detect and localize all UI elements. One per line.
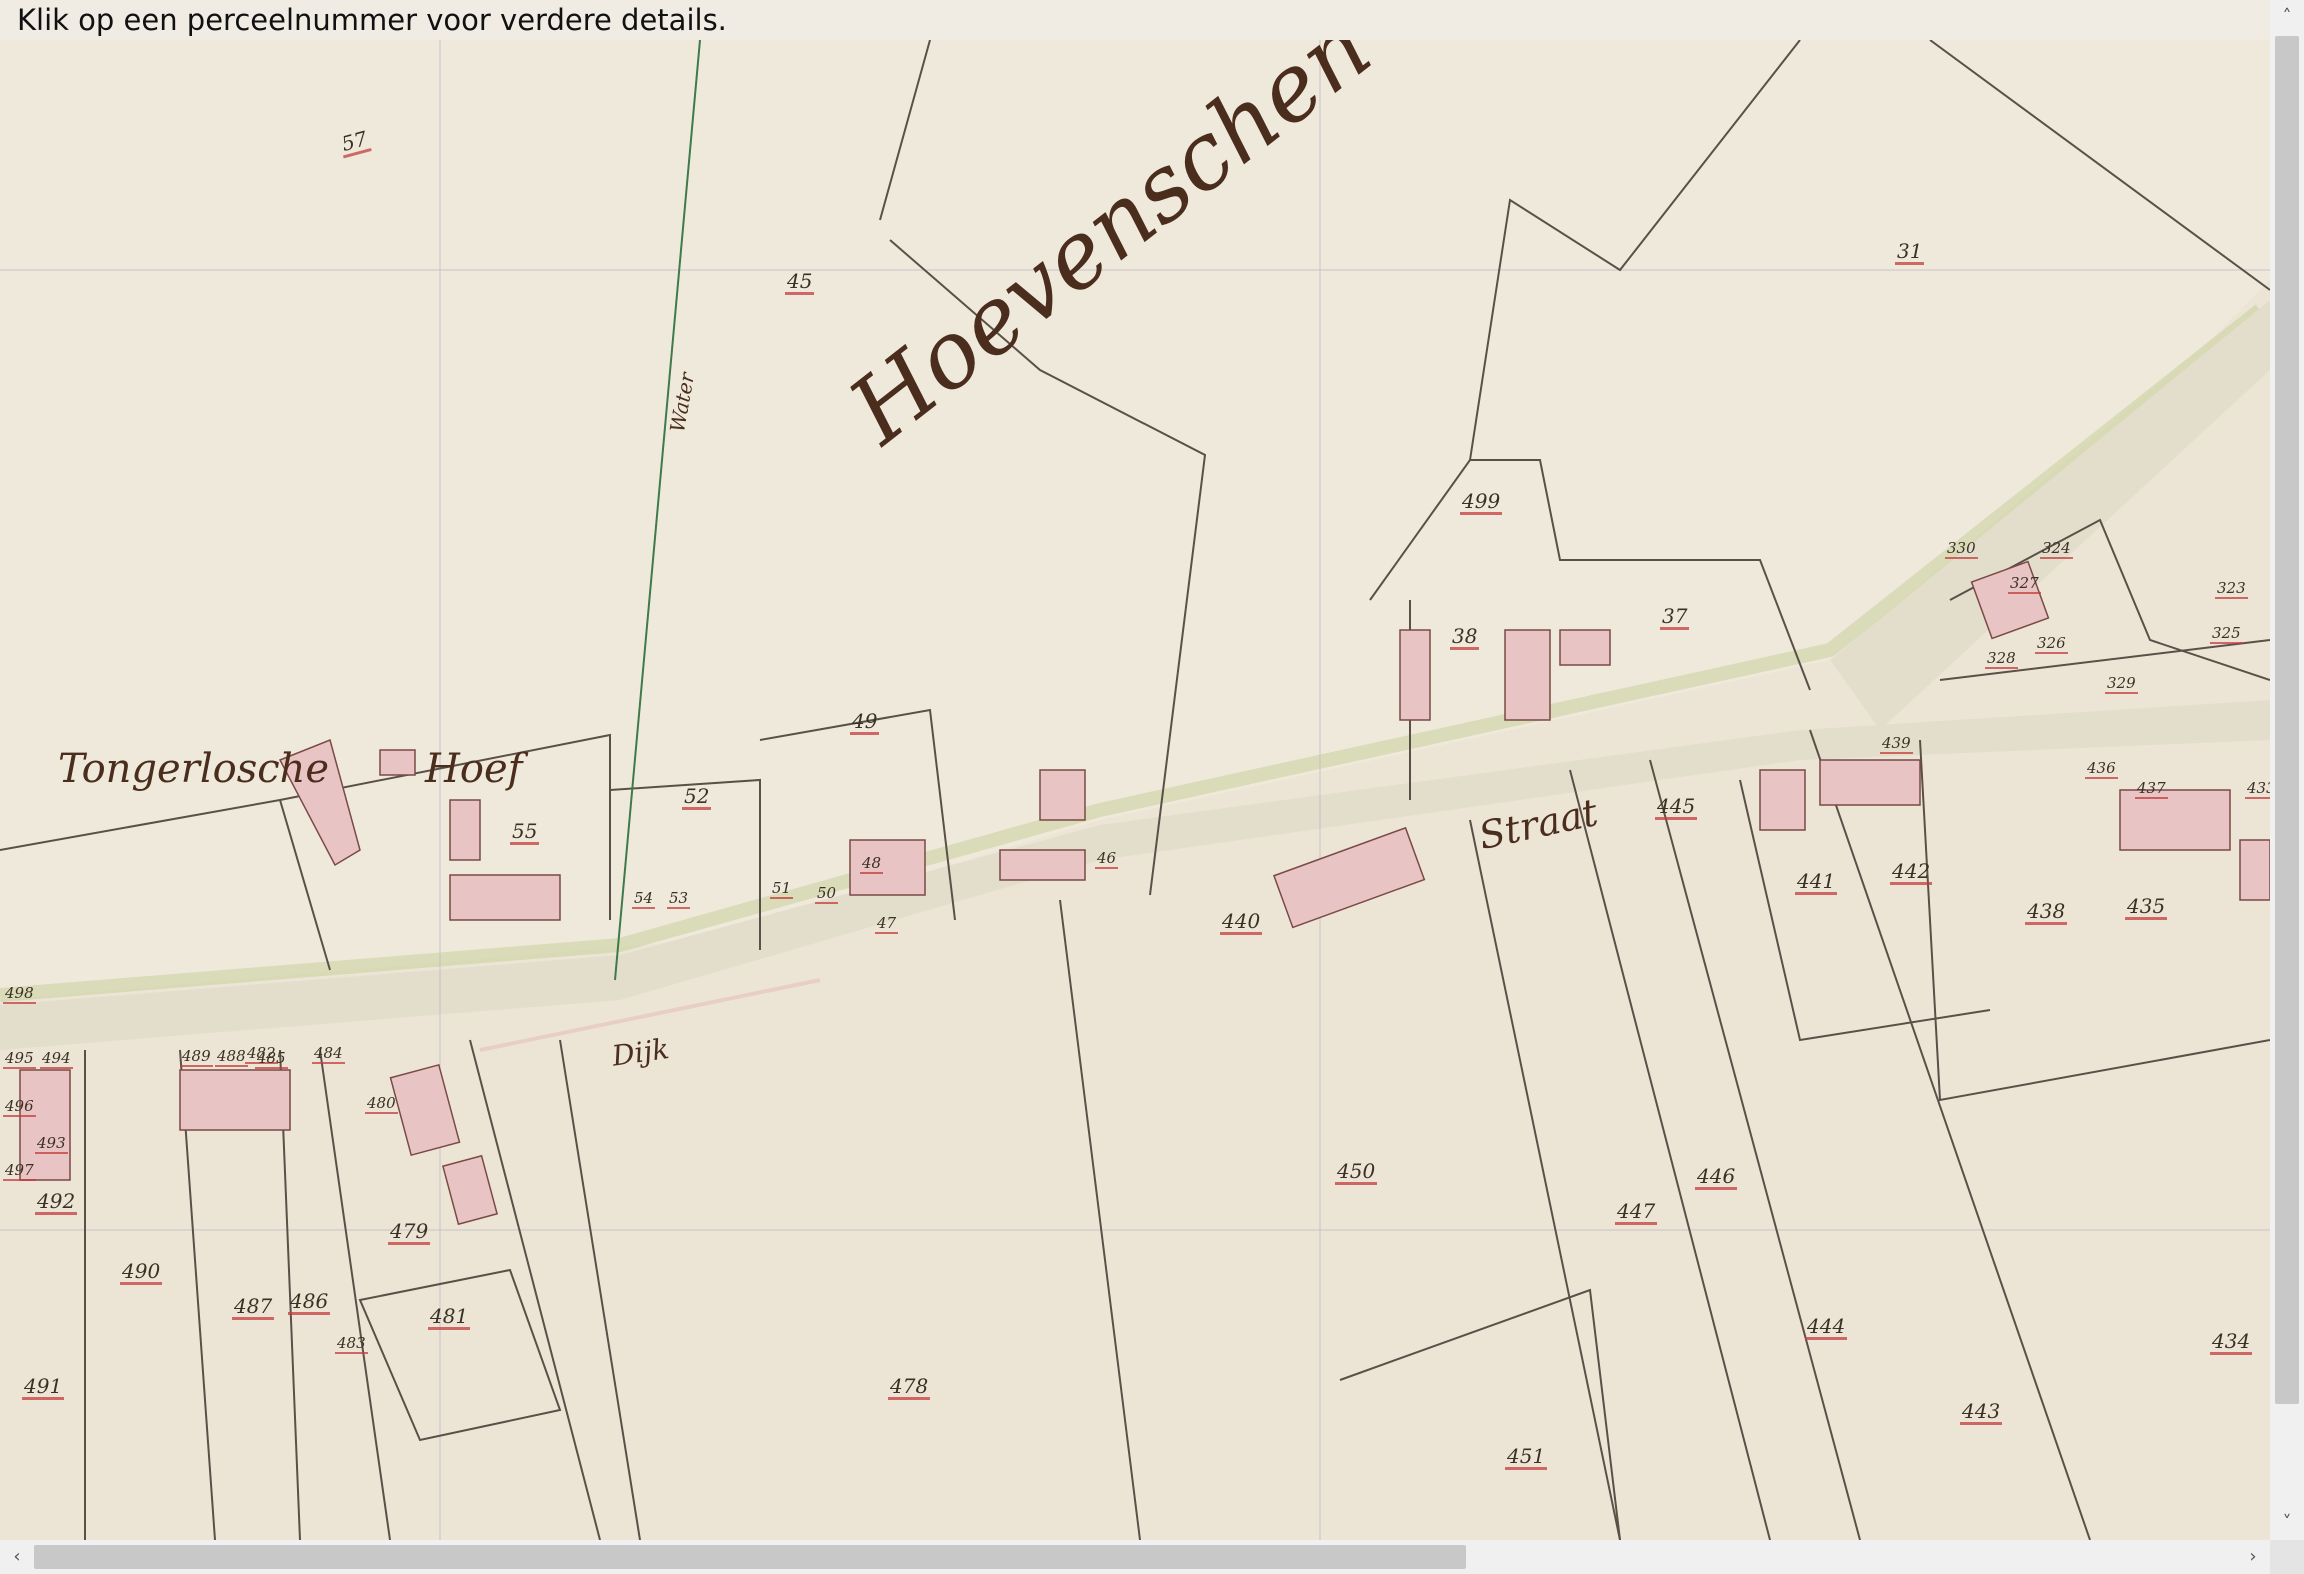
parcel-55[interactable]: 55	[510, 820, 540, 845]
vertical-scroll-thumb[interactable]	[2275, 36, 2299, 1404]
top-bar: Klik op een perceelnummer voor verdere d…	[0, 0, 2270, 40]
parcel-451[interactable]: 451	[1505, 1445, 1548, 1470]
parcel-483[interactable]: 483	[335, 1335, 368, 1354]
parcel-439[interactable]: 439	[1880, 735, 1913, 754]
parcel-446[interactable]: 446	[1695, 1165, 1738, 1190]
parcel-437[interactable]: 437	[2135, 780, 2168, 799]
parcel-434[interactable]: 434	[2210, 1330, 2253, 1355]
parcel-326[interactable]: 326	[2035, 635, 2068, 654]
parcel-54[interactable]: 54	[632, 890, 656, 909]
parcel-51[interactable]: 51	[770, 880, 794, 899]
parcel-478[interactable]: 478	[888, 1375, 931, 1400]
parcel-46[interactable]: 46	[1095, 850, 1119, 869]
parcel-442[interactable]: 442	[1890, 860, 1933, 885]
parcel-493[interactable]: 493	[35, 1135, 68, 1154]
parcel-50[interactable]: 50	[815, 885, 839, 904]
parcel-444[interactable]: 444	[1805, 1315, 1848, 1340]
parcel-495[interactable]: 495	[3, 1050, 36, 1069]
parcel-490[interactable]: 490	[120, 1260, 163, 1285]
cadastral-map[interactable]: Tongerlosche Hoef Hoevenschen Straat Wat…	[0, 40, 2270, 1540]
parcel-47[interactable]: 47	[875, 915, 899, 934]
parcel-49[interactable]: 49	[850, 710, 880, 735]
scroll-left-icon[interactable]: ‹	[2, 1540, 32, 1574]
parcel-440[interactable]: 440	[1220, 910, 1263, 935]
scroll-right-icon[interactable]: ›	[2238, 1540, 2268, 1574]
parcel-481[interactable]: 481	[428, 1305, 471, 1330]
parcel-329[interactable]: 329	[2105, 675, 2138, 694]
parcel-53[interactable]: 53	[667, 890, 691, 909]
map-drawing	[0, 40, 2270, 1540]
parcel-328[interactable]: 328	[1985, 650, 2018, 669]
parcel-479[interactable]: 479	[388, 1220, 431, 1245]
parcel-488[interactable]: 488	[215, 1048, 248, 1067]
parcel-450[interactable]: 450	[1335, 1160, 1378, 1185]
parcel-37[interactable]: 37	[1660, 605, 1690, 630]
parcel-436[interactable]: 436	[2085, 760, 2118, 779]
parcel-443[interactable]: 443	[1960, 1400, 2003, 1425]
scrollbar-corner	[2270, 1540, 2304, 1574]
parcel-486[interactable]: 486	[288, 1290, 331, 1315]
parcel-445[interactable]: 445	[1655, 795, 1698, 820]
scroll-down-icon[interactable]: ˅	[2270, 1508, 2304, 1538]
horizontal-scrollbar[interactable]: ‹ ›	[0, 1540, 2270, 1574]
parcel-497[interactable]: 497	[3, 1162, 36, 1181]
parcel-489[interactable]: 489	[180, 1048, 213, 1067]
scroll-up-icon[interactable]: ˄	[2270, 2, 2304, 32]
parcel-496[interactable]: 496	[3, 1098, 36, 1117]
parcel-435[interactable]: 435	[2125, 895, 2168, 920]
instruction-text: Klik op een perceelnummer voor verdere d…	[17, 3, 727, 37]
parcel-484[interactable]: 484	[312, 1045, 345, 1064]
parcel-485[interactable]: 485	[255, 1050, 288, 1069]
parcel-31[interactable]: 31	[1895, 240, 1925, 265]
parcel-494[interactable]: 494	[40, 1050, 73, 1069]
parcel-487[interactable]: 487	[232, 1295, 275, 1320]
parcel-438[interactable]: 438	[2025, 900, 2068, 925]
parcel-38[interactable]: 38	[1450, 625, 1480, 650]
parcel-330[interactable]: 330	[1945, 540, 1978, 559]
parcel-325[interactable]: 325	[2210, 625, 2243, 644]
parcel-327[interactable]: 327	[2008, 575, 2041, 594]
parcel-491[interactable]: 491	[22, 1375, 65, 1400]
vertical-scrollbar[interactable]: ˄ ˅	[2270, 0, 2304, 1540]
parcel-498[interactable]: 498	[3, 985, 36, 1004]
parcel-45[interactable]: 45	[785, 270, 815, 295]
parcel-52[interactable]: 52	[682, 785, 712, 810]
parcel-447[interactable]: 447	[1615, 1200, 1658, 1225]
parcel-323[interactable]: 323	[2215, 580, 2248, 599]
horizontal-scroll-thumb[interactable]	[34, 1545, 1466, 1569]
parcel-499[interactable]: 499	[1460, 490, 1503, 515]
parcel-324[interactable]: 324	[2040, 540, 2073, 559]
parcel-48[interactable]: 48	[860, 855, 884, 874]
parcel-480[interactable]: 480	[365, 1095, 398, 1114]
parcel-433[interactable]: 433	[2245, 780, 2270, 799]
parcel-492[interactable]: 492	[35, 1190, 78, 1215]
parcel-441[interactable]: 441	[1795, 870, 1838, 895]
